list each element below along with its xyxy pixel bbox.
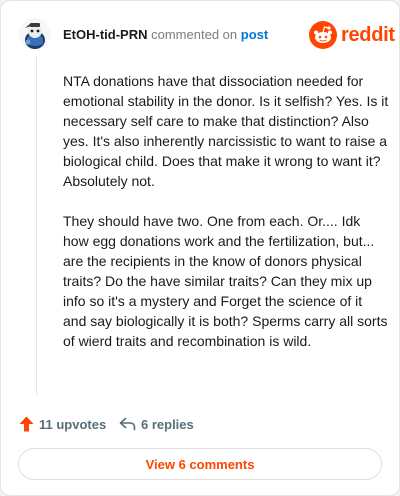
thread-line[interactable] [36,57,37,395]
comment-actions: 11 upvotes 6 replies [19,413,389,435]
username-link[interactable]: EtOH-tid-PRN [63,27,148,42]
reddit-brand[interactable]: reddit [309,20,395,50]
upvote-button[interactable]: 11 upvotes [19,413,106,435]
reddit-snoo-icon [309,21,337,49]
upvote-count: 11 upvotes [39,416,107,432]
post-link[interactable]: post [241,27,268,42]
comment-paragraph-2: They should have two. One from each. Or.… [63,213,388,349]
comment-byline: EtOH-tid-PRN commented on post [63,27,268,43]
byline-action-text: commented on [151,27,238,42]
comment-card: EtOH-tid-PRN commented on post reddit NT… [0,0,400,496]
comment-header: EtOH-tid-PRN commented on post reddit [19,18,395,54]
replies-count: 6 replies [141,416,194,432]
comment-body: NTA donations have that dissociation nee… [63,71,389,371]
replies-button[interactable]: 6 replies [119,413,194,435]
reply-arrow-icon [119,417,136,431]
comment-paragraph-1: NTA donations have that dissociation nee… [63,73,389,189]
user-avatar[interactable] [19,18,51,50]
view-comments-button[interactable]: View 6 comments [18,448,382,480]
reddit-wordmark: reddit [341,24,395,46]
upvote-arrow-icon [19,416,34,432]
